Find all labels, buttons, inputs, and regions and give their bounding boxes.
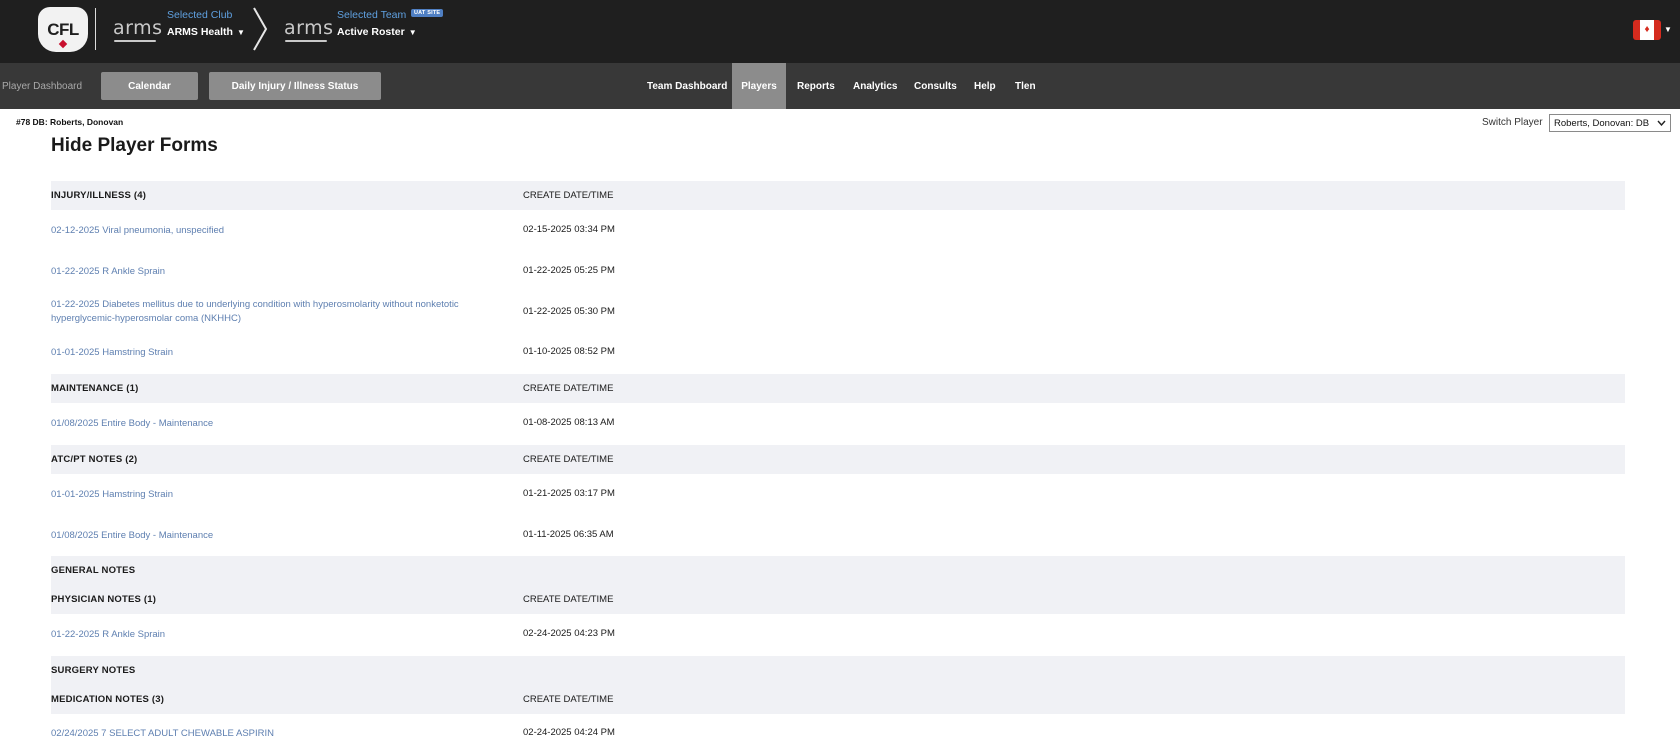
selected-club-value: ARMS Health [167,26,233,38]
caret-down-icon: ▼ [236,28,245,37]
daily-injury-status-button[interactable]: Daily Injury / Illness Status [209,72,381,100]
switch-player-select[interactable]: Roberts, Donovan: DB [1549,114,1671,132]
nav-tlen[interactable]: Tlen [1004,63,1047,109]
selected-team-dropdown[interactable]: Active Roster ▼ [337,26,417,38]
uat-badge: UAT SITE [411,9,444,17]
section-header-atc-pt: ATC/PT NOTES (2) CREATE DATE/TIME [51,445,1625,474]
form-link[interactable]: 01-01-2025 Hamstring Strain [51,346,173,360]
column-header-date: CREATE DATE/TIME [523,594,614,605]
arms-swoosh-left [114,40,156,42]
form-date: 02-24-2025 04:23 PM [523,628,615,639]
page-title[interactable]: Hide Player Forms [51,135,218,157]
selected-team-label: Selected Team [337,9,407,21]
column-header-date: CREATE DATE/TIME [523,383,614,394]
nav-help[interactable]: Help [963,63,1007,109]
form-link[interactable]: 01/08/2025 Entire Body - Maintenance [51,529,213,543]
top-header: CFL arms Selected Club ARMS Health ▼ arms… [0,0,1680,63]
player-id-label: #78 DB: Roberts, Donovan [16,117,124,127]
nav-reports[interactable]: Reports [786,63,846,109]
form-date: 02-15-2025 03:34 PM [523,224,615,235]
selected-club-dropdown[interactable]: ARMS Health ▼ [167,26,245,38]
nav-analytics[interactable]: Analytics [842,63,908,109]
form-link[interactable]: 01-01-2025 Hamstring Strain [51,488,173,502]
nav-team-dashboard[interactable]: Team Dashboard [636,63,738,109]
form-date: 02-24-2025 04:24 PM [523,727,615,738]
form-date: 01-22-2025 05:25 PM [523,265,615,276]
section-title: ATC/PT NOTES (2) [51,454,138,465]
form-link[interactable]: 01-22-2025 Diabetes mellitus due to unde… [51,298,521,326]
arms-logo-left: arms [113,17,163,39]
form-link[interactable]: 01-22-2025 R Ankle Sprain [51,628,165,642]
switch-player-label: Switch Player [1482,117,1543,128]
section-title: SURGERY NOTES [51,665,136,676]
nav-consults[interactable]: Consults [903,63,968,109]
form-link[interactable]: 02/24/2025 7 SELECT ADULT CHEWABLE ASPIR… [51,727,274,741]
maple-leaf-icon [58,39,68,49]
section-header-injury: INJURY/ILLNESS (4) CREATE DATE/TIME [51,181,1625,210]
chevron-right-icon [253,7,268,51]
form-date: 01-10-2025 08:52 PM [523,346,615,357]
section-title: MEDICATION NOTES (3) [51,694,165,705]
column-header-date: CREATE DATE/TIME [523,694,614,705]
caret-down-icon[interactable]: ▼ [1664,25,1672,34]
form-link[interactable]: 01/08/2025 Entire Body - Maintenance [51,417,213,431]
selected-club-label: Selected Club [167,9,233,21]
section-title: MAINTENANCE (1) [51,383,139,394]
form-date: 01-21-2025 03:17 PM [523,488,615,499]
form-date: 01-22-2025 05:30 PM [523,306,615,317]
switch-player-value: Roberts, Donovan: DB [1554,117,1650,129]
column-header-date: CREATE DATE/TIME [523,454,614,465]
section-title: INJURY/ILLNESS (4) [51,190,147,201]
section-header-general-physician: GENERAL NOTES PHYSICIAN NOTES (1) CREATE… [51,556,1625,614]
nav-players[interactable]: Players [732,63,786,109]
logo-text: CFL [47,19,79,39]
nav-title: Player Dashboard [2,81,83,92]
caret-down-icon: ▼ [408,28,417,37]
form-date: 01-08-2025 08:13 AM [523,417,615,428]
chevron-down-icon [1657,120,1666,126]
header-divider [95,8,96,50]
cfl-logo[interactable]: CFL [38,7,88,52]
arms-swoosh-right [285,40,327,42]
nav-bar: Player Dashboard Calendar Daily Injury /… [0,63,1680,109]
section-title: PHYSICIAN NOTES (1) [51,594,157,605]
form-link[interactable]: 02-12-2025 Viral pneumonia, unspecified [51,224,224,238]
arms-logo-right: arms [284,17,334,39]
section-header-surgery-medication: SURGERY NOTES MEDICATION NOTES (3) CREAT… [51,656,1625,714]
section-title: GENERAL NOTES [51,565,136,576]
canada-flag-icon[interactable]: ♦ [1633,20,1661,40]
calendar-button[interactable]: Calendar [101,72,198,100]
selected-team-value: Active Roster [337,26,405,38]
section-header-maintenance: MAINTENANCE (1) CREATE DATE/TIME [51,374,1625,403]
form-date: 01-11-2025 06:35 AM [523,529,614,540]
column-header-date: CREATE DATE/TIME [523,190,614,201]
form-link[interactable]: 01-22-2025 R Ankle Sprain [51,265,165,279]
